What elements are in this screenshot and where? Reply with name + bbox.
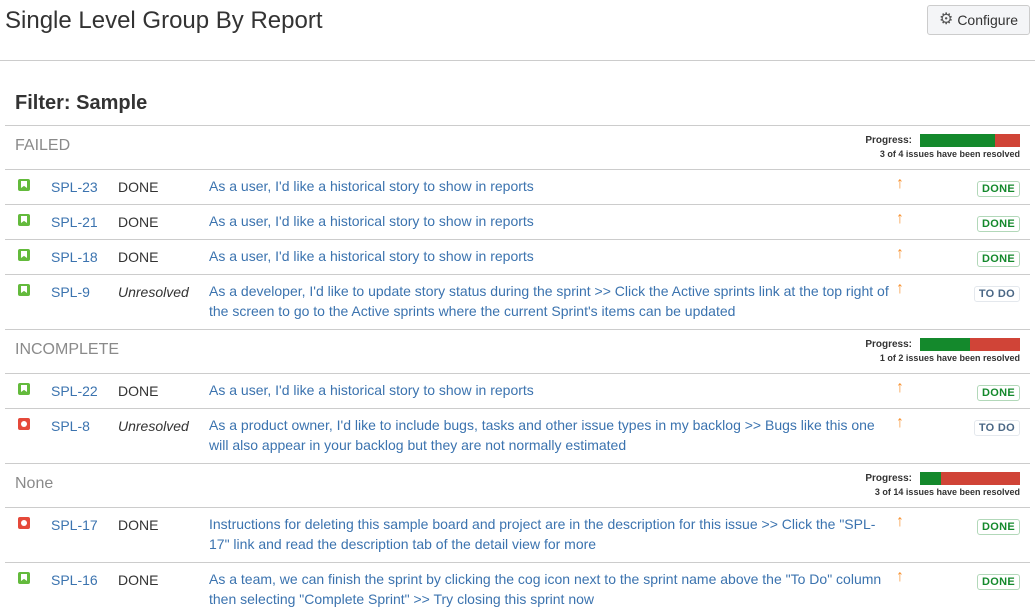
story-icon	[18, 383, 30, 395]
story-icon	[18, 214, 30, 226]
progress-bar-resolved	[920, 472, 942, 485]
priority-major-icon: ↑	[896, 379, 904, 396]
issue-summary-link[interactable]: As a developer, I'd like to update story…	[209, 281, 889, 321]
issue-row: SPL-16 DONE As a team, we can finish the…	[5, 562, 1030, 607]
status-badge: DONE	[977, 181, 1020, 197]
progress-label: Progress:	[865, 339, 912, 350]
priority-major-icon: ↑	[896, 245, 904, 262]
group-progress: Progress: 3 of 14 issues have been resol…	[865, 472, 1020, 497]
issue-summary-link[interactable]: Instructions for deleting this sample bo…	[209, 514, 889, 554]
priority-major-icon: ↑	[896, 568, 904, 585]
configure-button[interactable]: ⚙ Configure	[927, 5, 1030, 35]
issue-resolution: DONE	[118, 572, 159, 588]
priority-major-icon: ↑	[896, 280, 904, 297]
story-icon	[18, 249, 30, 261]
issue-key-link[interactable]: SPL-17	[51, 517, 98, 533]
priority-major-icon: ↑	[896, 210, 904, 227]
issue-resolution: DONE	[118, 249, 159, 265]
issue-summary-link[interactable]: As a product owner, I'd like to include …	[209, 415, 889, 455]
issue-row: SPL-18 DONE As a user, I'd like a histor…	[5, 239, 1030, 274]
progress-label: Progress:	[865, 135, 912, 146]
issue-key-link[interactable]: SPL-9	[51, 284, 90, 300]
priority-major-icon: ↑	[896, 414, 904, 431]
priority-major-icon: ↑	[896, 513, 904, 530]
status-badge: TO DO	[973, 420, 1020, 436]
status-badge: DONE	[977, 251, 1020, 267]
group-header: FAILED Progress: 3 of 4 issues have been…	[5, 125, 1030, 169]
status-badge: TO DO	[973, 286, 1020, 302]
group-name: FAILED	[15, 137, 71, 154]
status-badge: DONE	[977, 216, 1020, 232]
configure-label: Configure	[957, 12, 1019, 28]
story-icon	[18, 572, 30, 584]
issue-row: SPL-8 Unresolved As a product owner, I'd…	[5, 408, 1030, 463]
issue-key-link[interactable]: SPL-18	[51, 249, 98, 265]
story-icon	[18, 284, 30, 296]
progress-bar-unresolved	[970, 338, 1020, 351]
issue-row: SPL-23 DONE As a user, I'd like a histor…	[5, 169, 1030, 204]
issue-key-link[interactable]: SPL-16	[51, 572, 98, 588]
priority-major-icon: ↑	[896, 175, 904, 192]
issue-key-link[interactable]: SPL-23	[51, 179, 98, 195]
group-header: None Progress: 3 of 14 issues have been …	[5, 463, 1030, 507]
issue-summary-link[interactable]: As a user, I'd like a historical story t…	[209, 176, 889, 196]
progress-summary: 3 of 14 issues have been resolved	[874, 487, 1020, 497]
progress-bar	[920, 134, 1020, 147]
issue-resolution: DONE	[118, 383, 159, 399]
issue-summary-link[interactable]: As a team, we can finish the sprint by c…	[209, 569, 889, 607]
progress-bar	[920, 472, 1020, 485]
group-progress: Progress: 1 of 2 issues have been resolv…	[865, 338, 1020, 363]
group-name: INCOMPLETE	[15, 341, 120, 358]
issue-row: SPL-22 DONE As a user, I'd like a histor…	[5, 373, 1030, 408]
gear-icon: ⚙	[938, 11, 954, 28]
group-name: None	[15, 475, 54, 492]
bug-icon	[18, 418, 30, 430]
issue-summary-link[interactable]: As a user, I'd like a historical story t…	[209, 211, 889, 231]
issue-key-link[interactable]: SPL-21	[51, 214, 98, 230]
report-table: FAILED Progress: 3 of 4 issues have been…	[5, 125, 1030, 607]
issue-resolution: Unresolved	[118, 418, 189, 434]
issue-summary-link[interactable]: As a user, I'd like a historical story t…	[209, 380, 889, 400]
issue-resolution: DONE	[118, 517, 159, 533]
progress-bar-unresolved	[941, 472, 1020, 485]
page-title: Single Level Group By Report	[5, 7, 323, 34]
issue-row: SPL-9 Unresolved As a developer, I'd lik…	[5, 274, 1030, 329]
status-badge: DONE	[977, 385, 1020, 401]
progress-label: Progress:	[865, 473, 912, 484]
issue-resolution: Unresolved	[118, 284, 189, 300]
issue-resolution: DONE	[118, 179, 159, 195]
progress-bar-resolved	[920, 338, 970, 351]
page-header: Single Level Group By Report ⚙ Configure	[0, 0, 1035, 61]
issue-resolution: DONE	[118, 214, 159, 230]
issue-row: SPL-21 DONE As a user, I'd like a histor…	[5, 204, 1030, 239]
progress-summary: 1 of 2 issues have been resolved	[879, 353, 1020, 363]
progress-summary: 3 of 4 issues have been resolved	[879, 149, 1020, 159]
issue-key-link[interactable]: SPL-8	[51, 418, 90, 434]
bug-icon	[18, 517, 30, 529]
group-progress: Progress: 3 of 4 issues have been resolv…	[865, 134, 1020, 159]
status-badge: DONE	[977, 519, 1020, 535]
issue-key-link[interactable]: SPL-22	[51, 383, 98, 399]
progress-bar-resolved	[920, 134, 995, 147]
group-header: INCOMPLETE Progress: 1 of 2 issues have …	[5, 329, 1030, 373]
filter-title: Filter: Sample	[15, 92, 148, 114]
status-badge: DONE	[977, 574, 1020, 590]
story-icon	[18, 179, 30, 191]
progress-bar-unresolved	[995, 134, 1020, 147]
progress-bar	[920, 338, 1020, 351]
issue-row: SPL-17 DONE Instructions for deleting th…	[5, 507, 1030, 562]
issue-summary-link[interactable]: As a user, I'd like a historical story t…	[209, 246, 889, 266]
